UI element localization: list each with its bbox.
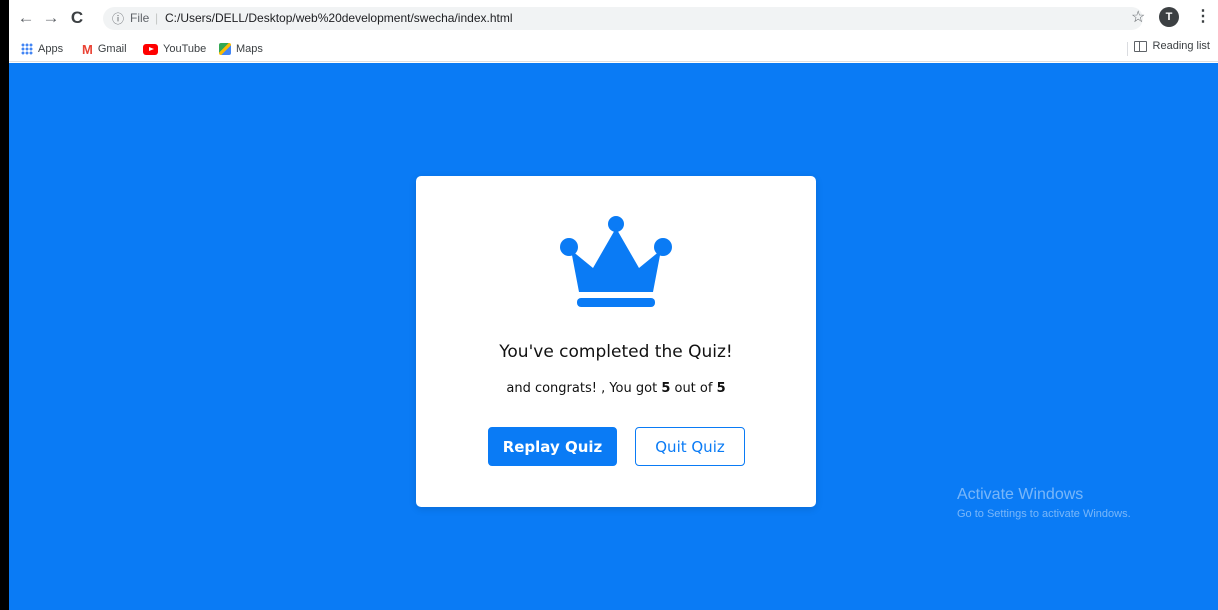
profile-avatar[interactable]: T <box>1159 7 1179 27</box>
bookmark-label: Maps <box>236 43 263 55</box>
score-prefix: and congrats! , You got <box>506 381 662 396</box>
page-viewport: You've completed the Quiz! and congrats!… <box>9 63 1218 610</box>
window-frame-edge <box>0 0 9 610</box>
bookmarks-divider <box>1127 42 1128 56</box>
activate-windows-subtitle: Go to Settings to activate Windows. <box>957 508 1131 520</box>
score-total: 5 <box>716 381 726 396</box>
result-card: You've completed the Quiz! and congrats!… <box>416 176 816 507</box>
reading-list-icon <box>1133 40 1147 52</box>
bookmark-apps[interactable]: Apps <box>21 40 63 58</box>
address-bar[interactable]: ⓘ File | C:/Users/DELL/Desktop/web%20dev… <box>103 7 1143 30</box>
bookmark-star-icon[interactable]: ☆ <box>1131 7 1145 27</box>
browser-menu-icon[interactable]: ⋮ <box>1195 6 1211 26</box>
crown-icon <box>560 216 672 307</box>
bookmark-youtube[interactable]: YouTube <box>143 40 206 58</box>
reading-list-button[interactable]: Reading list <box>1133 40 1210 52</box>
activate-windows-title: Activate Windows <box>957 486 1084 503</box>
url-text[interactable]: C:/Users/DELL/Desktop/web%20development/… <box>165 11 513 25</box>
forward-arrow-icon[interactable]: → <box>40 6 62 30</box>
maps-icon <box>219 43 231 55</box>
bookmark-label: YouTube <box>163 43 207 55</box>
url-separator: | <box>155 11 159 25</box>
browser-toolbar: ← → C ⓘ File | C:/Users/DELL/Desktop/web… <box>9 0 1218 36</box>
bookmark-gmail[interactable]: M Gmail <box>82 40 127 58</box>
gmail-icon: M <box>82 41 93 57</box>
score-got: 5 <box>661 381 671 396</box>
apps-grid-icon <box>21 43 33 55</box>
bookmarks-bar: Apps M Gmail YouTube Maps Reading list <box>9 36 1218 62</box>
bookmark-maps[interactable]: Maps <box>219 40 263 58</box>
youtube-icon <box>143 43 158 55</box>
completion-heading: You've completed the Quiz! <box>499 342 733 362</box>
score-text: and congrats! , You got 5 out of 5 <box>416 381 816 396</box>
back-arrow-icon[interactable]: ← <box>15 6 37 30</box>
reading-list-label: Reading list <box>1152 40 1210 52</box>
file-scheme-label: File <box>130 11 150 25</box>
reload-icon[interactable]: C <box>66 6 88 30</box>
info-icon[interactable]: ⓘ <box>112 10 124 27</box>
bookmark-label: Gmail <box>97 43 127 55</box>
score-middle: out of <box>670 381 717 396</box>
quit-quiz-button[interactable]: Quit Quiz <box>635 427 745 466</box>
replay-quiz-button[interactable]: Replay Quiz <box>488 427 617 466</box>
bookmark-label: Apps <box>38 43 64 55</box>
